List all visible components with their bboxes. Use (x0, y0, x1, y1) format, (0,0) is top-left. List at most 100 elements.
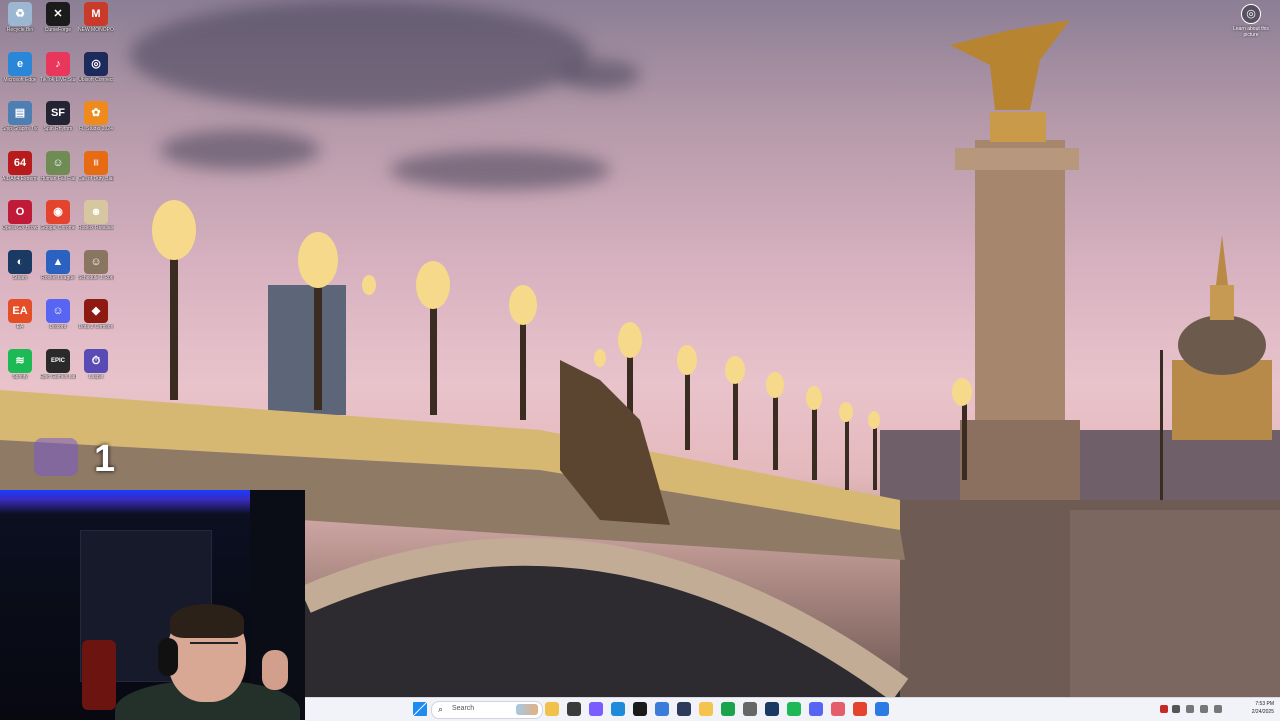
desktop-icon[interactable]: ☺Schedule 1 Runaway (78, 249, 114, 296)
desktop-icon[interactable]: ☺ Human Fall Flat (40, 150, 76, 197)
desktop-icon-label: Lasplit (88, 373, 104, 380)
dota-icon: ◆ (84, 299, 108, 323)
desktop-icon-label: Ubisoft Connect (78, 76, 114, 83)
discord-icon[interactable] (809, 702, 823, 716)
desktop-icon-label: NEW MONOPO... (78, 27, 114, 33)
steam-icon: ◐ (8, 249, 32, 274)
cod-icon: ||| (84, 150, 108, 175)
desktop-icon-label: Rocket League (41, 274, 75, 281)
opera-gx-icon: O (8, 200, 32, 224)
desktop-icon[interactable]: ≋ Spotify (2, 348, 38, 395)
desktop-icon-label: TikTok LIVE Studio (40, 76, 76, 83)
app-icon: ▤ (8, 101, 32, 125)
learn-about-picture-label: Learn about this picture (1233, 26, 1269, 38)
desktop-icon[interactable]: EA EA (2, 299, 38, 345)
ubisoft-icon: ◎ (84, 51, 108, 76)
desktop-icon[interactable]: ⏱ Lasplit (78, 348, 114, 395)
search-placeholder: Search (452, 705, 475, 712)
desktop-icon[interactable]: ♪TikTok LIVE Studio (40, 51, 76, 98)
desktop-icon-label: FL Studio 2024 (79, 126, 113, 132)
desktop-icon-label: Ship Graphs Tool (2, 126, 38, 132)
curseforge-icon: ✕ (46, 2, 70, 26)
desktop-icon[interactable]: M NEW MONOPO... (78, 2, 114, 48)
desktop-icon-label: Recycle Bin (6, 27, 34, 33)
rocket-league-icon: ▲ (46, 249, 70, 274)
desktop-icon[interactable]: ◆ Dota 2 Crimson (78, 299, 114, 345)
photos-icon[interactable] (655, 702, 669, 716)
clock-time: 7:53 PM (1255, 701, 1274, 707)
desktop-icon[interactable]: ✕ CurseForge (40, 2, 76, 48)
discord-icon: ☺ (46, 299, 70, 323)
livesplit-overlay-logo (34, 438, 78, 476)
desktop-icon[interactable]: ☺ Discord (40, 299, 76, 345)
store-icon[interactable] (875, 702, 889, 716)
desktop-icon-label: Microsoft Edge (3, 76, 37, 83)
desktop-icon-label: Roblox Retaliation (78, 225, 114, 231)
webcam-overlay (0, 490, 305, 720)
roblox-icon: ☻ (84, 200, 108, 224)
desktop-icon[interactable]: ☻Roblox Retaliation (78, 200, 114, 246)
desktop-icon[interactable]: EPICEpic Games Launcher (40, 348, 76, 395)
desktop-icon-label: EA (16, 324, 24, 330)
chrome-icon[interactable] (853, 702, 867, 716)
desktop-icon[interactable]: e Microsoft Edge (2, 51, 38, 98)
desktop-icon-label: Call of Duty Black Ops III (78, 175, 114, 182)
desktop-icon-label: AIDA64 Extreme (2, 175, 38, 182)
windows-start-icon[interactable] (413, 702, 427, 716)
chevron-up-icon[interactable] (1172, 705, 1180, 713)
desktop-icon[interactable]: ▲ Rocket League (40, 249, 76, 296)
desktop-icon[interactable]: SF Spin Rhythm (40, 101, 76, 147)
capcut-icon[interactable] (633, 702, 647, 716)
schedule-icon: ☺ (84, 249, 108, 274)
desktop-icon[interactable]: ◉ Google Chrome (40, 200, 76, 246)
taskbar-search[interactable]: ⌕ Search (431, 701, 543, 719)
hand (262, 650, 288, 690)
aida64-icon: 64 (8, 150, 32, 175)
taskbar-clock[interactable]: 7:53 PM 2/24/2025 (1252, 700, 1274, 716)
desktop-icon-label: Schedule 1 Runaway (78, 274, 114, 281)
monopoly-icon: M (84, 2, 108, 26)
desktop-icon[interactable]: OOpera GX Browser (2, 200, 38, 246)
desktop-icon-label: Google Chrome (40, 225, 76, 231)
desktop-icon[interactable]: ♻ Recycle Bin (2, 2, 38, 48)
learn-about-picture[interactable]: ◎ Learn about this picture (1228, 4, 1274, 38)
desktop-icon[interactable]: ✿ FL Studio 2024 (78, 101, 114, 147)
desktop-icon[interactable]: ◎ Ubisoft Connect (78, 51, 114, 98)
edge-icon[interactable] (611, 702, 625, 716)
task-view-icon[interactable] (567, 702, 581, 716)
camera-icon: ◎ (1241, 4, 1261, 24)
clock-date: 2/24/2025 (1251, 709, 1274, 715)
desktop-icon-label: Dota 2 Crimson (78, 324, 114, 330)
mic-icon[interactable] (743, 702, 757, 716)
glasses (190, 642, 238, 654)
tray-icon[interactable] (1160, 705, 1168, 713)
file-explorer-icon[interactable] (545, 702, 559, 716)
terminal-icon[interactable] (677, 702, 691, 716)
desktop-icon[interactable]: |||Call of Duty Black Ops III (78, 150, 114, 197)
desktop-icon[interactable]: ▤ Ship Graphs Tool (2, 101, 38, 147)
network-icon[interactable] (1186, 705, 1194, 713)
folder-icon[interactable] (699, 702, 713, 716)
fl-studio-icon: ✿ (84, 101, 108, 125)
xbox-icon[interactable] (721, 702, 735, 716)
desktop-icon-label: Steam (12, 274, 28, 281)
desktop-icon-grid: ♻ Recycle Bin ✕ CurseForge M NEW MONOPO... e Mi… (2, 2, 117, 492)
steam-icon[interactable] (765, 702, 779, 716)
desktop-icon-label: Discord (49, 324, 67, 330)
hair (170, 604, 244, 638)
desktop-icon[interactable]: 64 AIDA64 Extreme (2, 150, 38, 197)
battery-icon[interactable] (1214, 705, 1222, 713)
volume-icon[interactable] (1200, 705, 1208, 713)
tiktok-icon: ♪ (46, 51, 70, 76)
desktop-icon-label: CurseForge (44, 27, 72, 33)
search-icon: ⌕ (438, 704, 444, 714)
desktop-icon-label: Spotify (12, 373, 28, 380)
recycle-bin-icon: ♻ (8, 2, 32, 26)
copilot-icon[interactable] (589, 702, 603, 716)
spotify-icon[interactable] (787, 702, 801, 716)
obs-icon[interactable] (831, 702, 845, 716)
desktop-icon[interactable]: ◐ Steam (2, 249, 38, 296)
livesplit-icon: ⏱ (84, 348, 108, 373)
spotify-icon: ≋ (8, 348, 32, 373)
ea-icon: EA (8, 299, 32, 323)
